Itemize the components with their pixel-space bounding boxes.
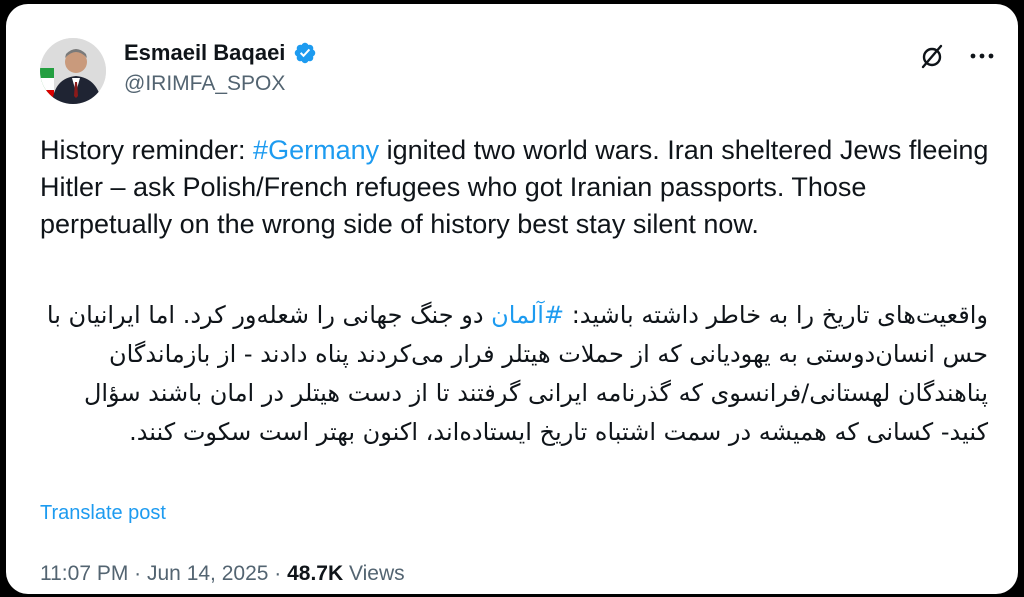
grok-slashed-circle-icon[interactable] xyxy=(918,42,946,70)
hashtag-germany-link[interactable]: #Germany xyxy=(253,135,379,165)
post-text-persian: واقعیت‌های تاریخ را به خاطر داشته باشید:… xyxy=(36,296,988,452)
post-text-english: History reminder: #Germany ignited two w… xyxy=(40,132,1000,243)
tweet-card: Esmaeil Baqaei @IRIMFA_SPOX History remi… xyxy=(6,4,1018,594)
name-row: Esmaeil Baqaei xyxy=(124,40,317,66)
meta-separator-2: · xyxy=(268,562,288,585)
post-meta: 11:07 PM · Jun 14, 2025 · 48.7K Views xyxy=(40,562,405,586)
views-count: 48.7K xyxy=(287,562,344,585)
tweet-header: Esmaeil Baqaei @IRIMFA_SPOX xyxy=(36,36,996,108)
author-handle[interactable]: @IRIMFA_SPOX xyxy=(124,72,317,96)
screenshot-frame: Esmaeil Baqaei @IRIMFA_SPOX History remi… xyxy=(0,0,1024,597)
post-text-fa-part1: واقعیت‌های تاریخ را به خاطر داشته باشید: xyxy=(564,301,988,329)
author-name[interactable]: Esmaeil Baqaei xyxy=(124,40,285,66)
meta-separator: · xyxy=(128,562,147,585)
hashtag-almaan-link[interactable]: #آلمان xyxy=(491,301,564,329)
translate-post-link[interactable]: Translate post xyxy=(40,502,166,525)
author-identity: Esmaeil Baqaei @IRIMFA_SPOX xyxy=(124,40,317,96)
post-text-en-part1: History reminder: xyxy=(40,135,254,165)
avatar-image xyxy=(40,38,106,104)
header-actions xyxy=(918,42,996,70)
views-label: Views xyxy=(343,562,405,585)
post-date[interactable]: Jun 14, 2025 xyxy=(147,562,268,585)
post-time[interactable]: 11:07 PM xyxy=(40,562,128,585)
avatar[interactable] xyxy=(40,38,106,104)
more-dots-icon[interactable] xyxy=(968,42,996,70)
verified-badge-icon[interactable] xyxy=(293,41,317,65)
